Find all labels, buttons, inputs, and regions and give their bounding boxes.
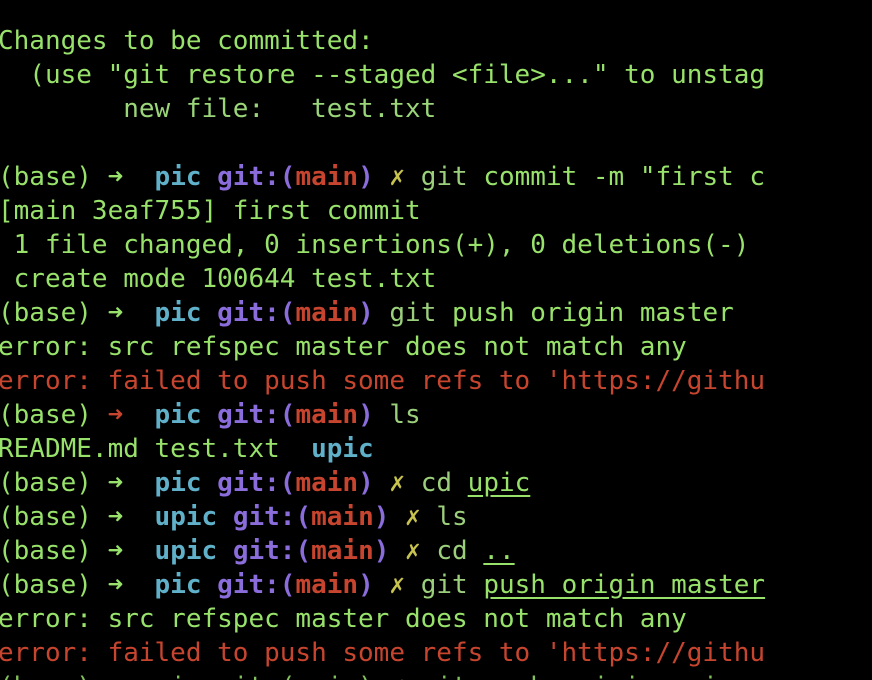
command: cd	[420, 468, 453, 498]
git-branch: main	[311, 536, 374, 566]
conda-env: (base)	[0, 400, 108, 430]
git-label: git:(	[232, 536, 312, 566]
git-label: git:(	[217, 162, 296, 192]
prompt-arrow-icon: ➜	[107, 400, 124, 430]
prompt-arrow-icon: ➜	[107, 536, 124, 566]
prompt-arrow-icon: ➜	[107, 502, 124, 532]
command: ls	[436, 502, 468, 532]
current-dir: pic	[154, 400, 202, 430]
git-label: git:(	[217, 468, 296, 498]
prompt-arrow-icon: ➜	[107, 570, 124, 600]
git-label-close: )	[358, 400, 374, 430]
git-branch: main	[295, 570, 359, 600]
prompt-line[interactable]: (base) ➜ pic git:(main) ls	[0, 398, 872, 432]
output-line: error: src refspec master does not match…	[0, 602, 872, 636]
dirty-marker-icon: ✗	[389, 162, 406, 192]
dirty-marker-icon: ✗	[389, 468, 406, 498]
command: git	[420, 162, 468, 192]
conda-env: (base)	[0, 502, 108, 532]
conda-env: (base)	[0, 162, 108, 192]
current-dir: upic	[154, 502, 218, 532]
status-header: Changes to be committed:	[0, 26, 374, 56]
git-branch: main	[295, 400, 359, 430]
create-mode-text: create mode 100644 test.txt	[0, 264, 437, 294]
conda-env: (base)	[0, 570, 108, 600]
output-line: error: src refspec master does not match…	[0, 330, 872, 364]
git-label-close: )	[358, 570, 374, 600]
git-label: git:(	[217, 570, 296, 600]
conda-env: (base)	[0, 468, 108, 498]
command: ls	[389, 400, 421, 430]
prompt-line[interactable]: (base) ➜ pic git:(main) ✗ git push origi…	[0, 568, 872, 602]
error-text: error: failed to push some refs to 'http…	[0, 366, 766, 396]
git-label-close: )	[373, 536, 390, 566]
command-args: commit -m "first c	[467, 162, 766, 192]
current-dir: upic	[154, 536, 218, 566]
output-line: new file: test.txt	[0, 92, 872, 126]
conda-env: (base)	[0, 536, 108, 566]
git-label: git:(	[217, 298, 296, 328]
git-label-close: )	[358, 468, 374, 498]
prompt-arrow-icon: ➜	[107, 298, 124, 328]
commit-stats: 1 file changed, 0 insertions(+), 0 delet…	[0, 230, 750, 260]
prompt-arrow-icon: ➜	[107, 162, 124, 192]
current-dir: pic	[154, 570, 202, 600]
dirty-marker-icon: ✗	[405, 536, 421, 566]
output-line: README.md test.txt upic	[0, 432, 872, 466]
output-line: [main 3eaf755] first commit	[0, 194, 872, 228]
git-branch: main	[311, 502, 374, 532]
git-label-close: )	[373, 502, 390, 532]
command-args: push origin master	[436, 298, 734, 328]
prompt-line[interactable]: (base) ➜ pic git:(main) ✗ cd upic	[0, 466, 872, 500]
git-label: git:(	[217, 400, 296, 430]
command: git	[420, 570, 468, 600]
error-text: error: failed to push some refs to 'http…	[0, 638, 766, 668]
prompt-line[interactable]: (base) ➜ upic git:(main) ✗ ls	[0, 500, 872, 534]
prompt-line-partial: (base) ➜ pic git:(main) ✗ git push origi…	[0, 670, 872, 680]
git-branch: main	[295, 298, 359, 328]
output-line: error: failed to push some refs to 'http…	[0, 364, 872, 398]
command-args[interactable]: push origin master	[483, 570, 765, 600]
error-text: error: src refspec master does not match…	[0, 332, 687, 362]
hint-text: (use "git restore --staged <file>..." to…	[0, 60, 766, 90]
prompt-line[interactable]: (base) ➜ pic git:(main) git push origin …	[0, 296, 872, 330]
command: cd	[436, 536, 468, 566]
git-label: git:(	[232, 502, 312, 532]
prompt-line[interactable]: (base) ➜ pic git:(main) ✗ git commit -m …	[0, 160, 872, 194]
current-dir: pic	[154, 162, 202, 192]
new-file-text: new file: test.txt	[0, 94, 437, 124]
command: git	[389, 298, 437, 328]
output-line: Changes to be committed:	[0, 24, 872, 58]
current-dir: pic	[154, 298, 202, 328]
git-label-close: )	[358, 298, 374, 328]
output-line: (use "git restore --staged <file>..." to…	[0, 58, 872, 92]
dirty-marker-icon: ✗	[389, 570, 406, 600]
ls-output: README.md test.txt	[0, 434, 312, 464]
current-dir: pic	[154, 468, 202, 498]
git-branch: main	[295, 162, 359, 192]
conda-env: (base)	[0, 298, 108, 328]
terminal-window[interactable]: Changes to be committed: (use "git resto…	[0, 0, 872, 680]
path-argument[interactable]: upic	[468, 468, 531, 498]
git-label-close: )	[358, 162, 374, 192]
partial-prompt: (base) ➜ pic git:(main) ✗ git push origi…	[0, 672, 734, 680]
commit-output: [main 3eaf755] first commit	[0, 196, 421, 226]
prompt-line[interactable]: (base) ➜ upic git:(main) ✗ cd ..	[0, 534, 872, 568]
output-line: error: failed to push some refs to 'http…	[0, 636, 872, 670]
error-text: error: src refspec master does not match…	[0, 604, 687, 634]
prompt-arrow-icon: ➜	[107, 468, 124, 498]
ls-dir-entry: upic	[311, 434, 374, 464]
path-argument[interactable]: ..	[483, 536, 514, 566]
dirty-marker-icon: ✗	[405, 502, 421, 532]
git-branch: main	[295, 468, 359, 498]
output-line: create mode 100644 test.txt	[0, 262, 872, 296]
output-line: 1 file changed, 0 insertions(+), 0 delet…	[0, 228, 872, 262]
